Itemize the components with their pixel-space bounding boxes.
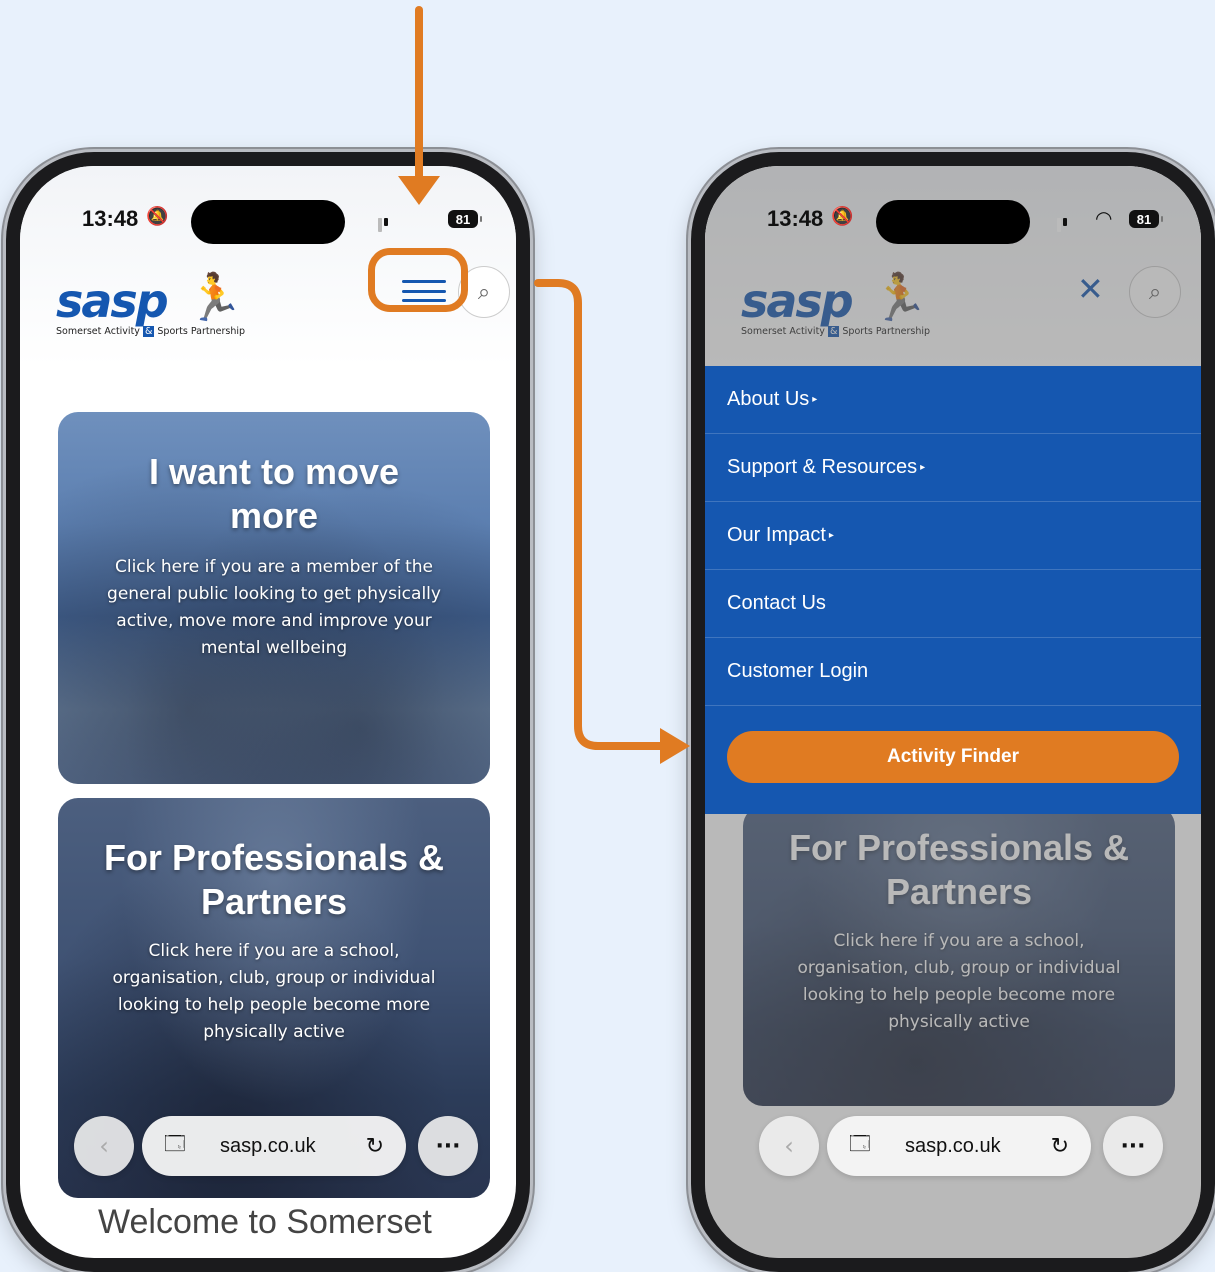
annotation-arrows <box>398 6 690 764</box>
right-arrow-head <box>660 728 690 764</box>
down-arrow-head <box>398 176 440 205</box>
hamburger-highlight <box>368 248 468 312</box>
connector-arrow-path <box>534 279 680 750</box>
